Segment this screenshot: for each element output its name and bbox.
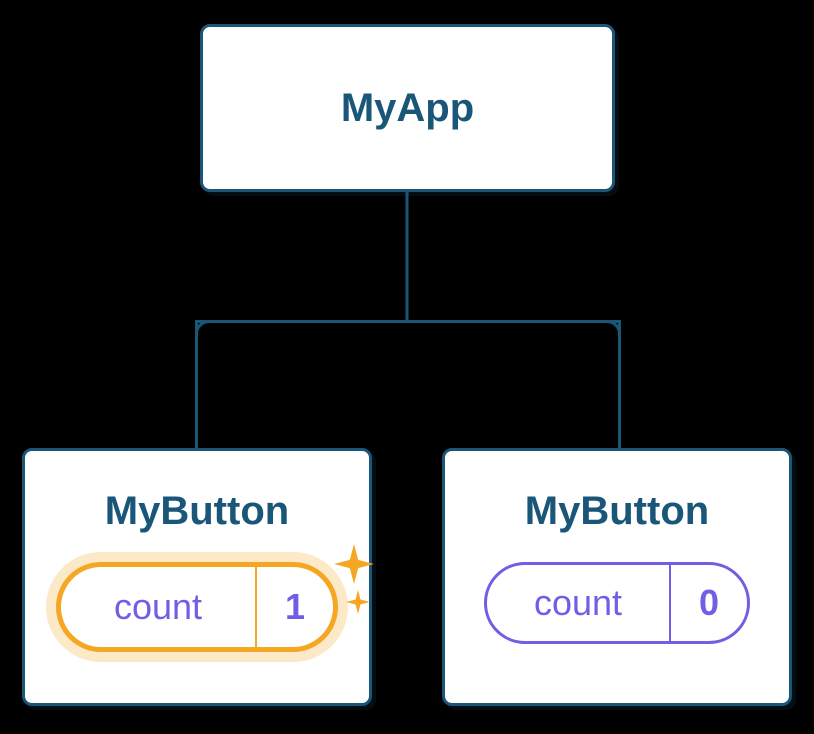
tree-connector [406, 190, 409, 320]
state-pill-wrapper: count 0 [484, 562, 750, 644]
tree-connector-corner [195, 320, 223, 348]
component-title: MyApp [341, 86, 474, 131]
child-component-node-right: MyButton count 0 [442, 448, 792, 706]
state-label: count [487, 582, 669, 624]
tree-connector-corner [593, 320, 621, 348]
sparkle-icon [334, 544, 374, 584]
sparkle-icon [346, 590, 370, 614]
tree-connector [195, 320, 621, 323]
state-pill-wrapper: count 1 [56, 562, 338, 652]
state-value: 1 [255, 567, 333, 647]
child-component-node-left: MyButton count 1 [22, 448, 372, 706]
component-title: MyButton [525, 489, 709, 534]
component-tree-diagram: MyApp MyButton count 1 MyButton count 0 [0, 0, 814, 734]
state-pill-highlighted: count 1 [56, 562, 338, 652]
component-title: MyButton [105, 489, 289, 534]
root-component-node: MyApp [200, 24, 615, 192]
state-label: count [61, 586, 255, 628]
state-value: 0 [669, 565, 747, 641]
state-pill: count 0 [484, 562, 750, 644]
